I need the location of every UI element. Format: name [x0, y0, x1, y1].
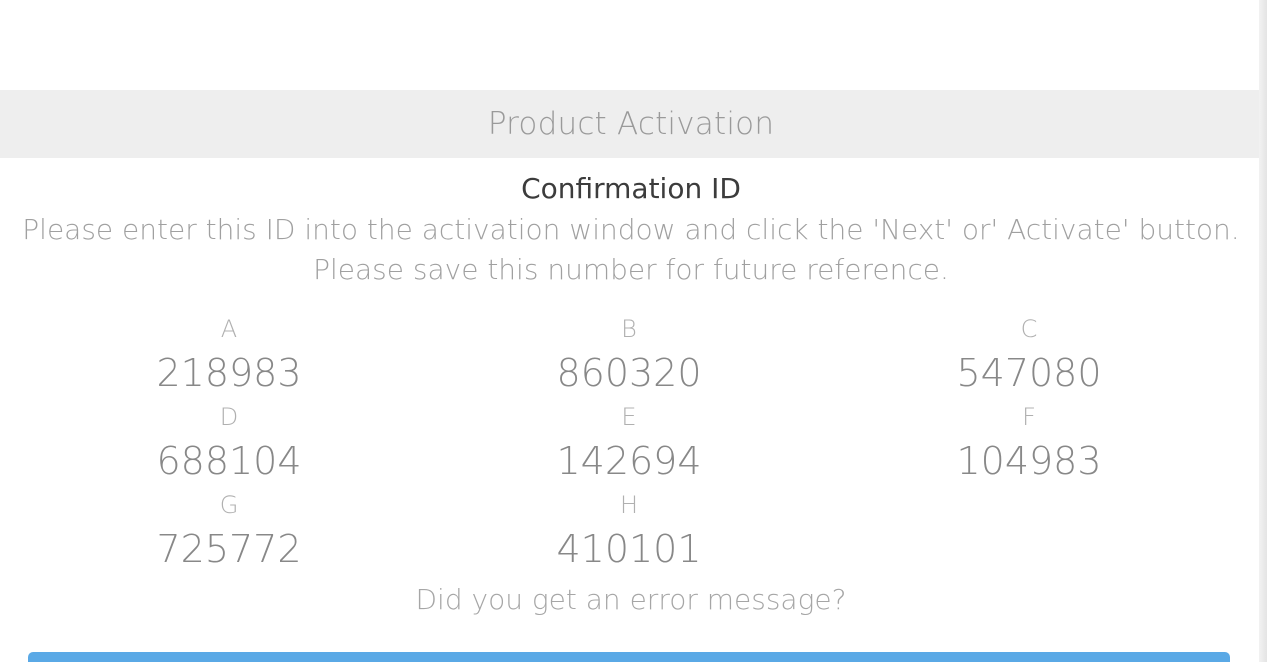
id-group-a: A 218983 [29, 313, 429, 401]
id-group-letter: G [219, 491, 239, 519]
id-group-letter: D [219, 403, 239, 431]
id-group-code: 104983 [956, 439, 1102, 483]
id-group-f: F 104983 [829, 401, 1229, 489]
header-bar: Product Activation [0, 90, 1262, 158]
page-title: Product Activation [487, 106, 775, 142]
id-group-e: E 142694 [429, 401, 829, 489]
instruction-text-line2: Please save this number for future refer… [313, 253, 949, 286]
id-group-code: 142694 [556, 439, 702, 483]
id-group-g: G 725772 [29, 489, 429, 577]
id-group-code: 688104 [156, 439, 302, 483]
id-group-code: 725772 [156, 527, 302, 571]
id-group-code: 547080 [956, 351, 1102, 395]
bottom-action-button[interactable] [28, 652, 1230, 662]
id-group-letter: H [619, 491, 639, 519]
id-group-d: D 688104 [29, 401, 429, 489]
id-group-c: C 547080 [829, 313, 1229, 401]
activation-page: Product Activation Confirmation ID Pleas… [0, 0, 1267, 662]
id-group-letter: B [621, 315, 637, 343]
id-group-letter: C [1020, 315, 1038, 343]
id-group-code: 410101 [556, 527, 702, 571]
id-group-letter: A [220, 315, 238, 343]
id-group-code: 218983 [156, 351, 302, 395]
instruction-text-line1: Please enter this ID into the activation… [22, 213, 1240, 246]
scrollbar-track[interactable] [1259, 0, 1267, 662]
confirmation-heading: Confirmation ID [521, 172, 741, 205]
id-group-code: 860320 [556, 351, 702, 395]
id-group-letter: E [621, 403, 637, 431]
id-group-letter: F [1022, 403, 1036, 431]
error-message-link[interactable]: Did you get an error message? [0, 583, 1262, 616]
id-group-h: H 410101 [429, 489, 829, 577]
id-group-b: B 860320 [429, 313, 829, 401]
